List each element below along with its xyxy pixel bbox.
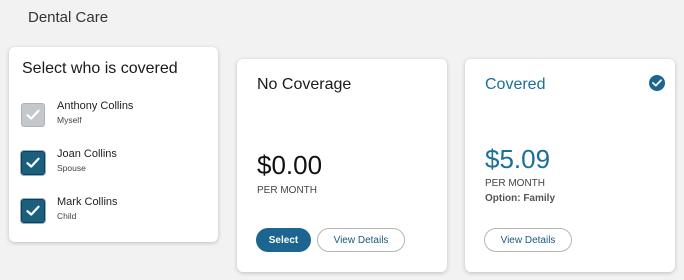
plan-price-period: PER MONTH <box>257 185 317 196</box>
plan-price: $0.00 <box>257 150 323 180</box>
member-row-anthony: Anthony Collins Myself <box>21 99 211 129</box>
member-name: Mark Collins <box>57 196 118 208</box>
member-row-mark: Mark Collins Child <box>21 195 211 225</box>
check-icon <box>26 157 40 168</box>
plan-title: No Coverage <box>257 76 352 93</box>
member-relation: Child <box>57 211 77 221</box>
plan-card-covered[interactable]: Covered $5.09 PER MONTH Option: Family V… <box>465 59 675 272</box>
member-name: Anthony Collins <box>57 100 134 112</box>
section-title: Dental Care <box>28 9 109 26</box>
view-details-button[interactable]: View Details <box>317 228 405 252</box>
member-checkbox-anthony[interactable] <box>21 103 45 127</box>
member-relation: Myself <box>57 115 82 125</box>
member-name: Joan Collins <box>57 148 117 160</box>
member-relation: Spouse <box>57 163 86 173</box>
plan-price-period: PER MONTH <box>485 178 545 189</box>
check-circle-icon <box>649 75 665 91</box>
plan-title: Covered <box>485 76 546 93</box>
member-row-joan: Joan Collins Spouse <box>21 147 211 177</box>
view-details-button[interactable]: View Details <box>484 228 572 252</box>
select-button[interactable]: Select <box>256 228 311 252</box>
covered-members-title: Select who is covered <box>22 60 178 77</box>
check-icon <box>26 205 40 216</box>
plan-card-no-coverage[interactable]: No Coverage $0.00 PER MONTH Select View … <box>237 59 447 272</box>
member-checkbox-mark[interactable] <box>21 199 45 223</box>
check-icon <box>26 109 40 120</box>
plan-price: $5.09 <box>485 144 551 174</box>
member-checkbox-joan[interactable] <box>21 151 45 175</box>
plan-option: Option: Family <box>485 193 555 204</box>
covered-members-card: Select who is covered Anthony Collins My… <box>9 47 218 242</box>
